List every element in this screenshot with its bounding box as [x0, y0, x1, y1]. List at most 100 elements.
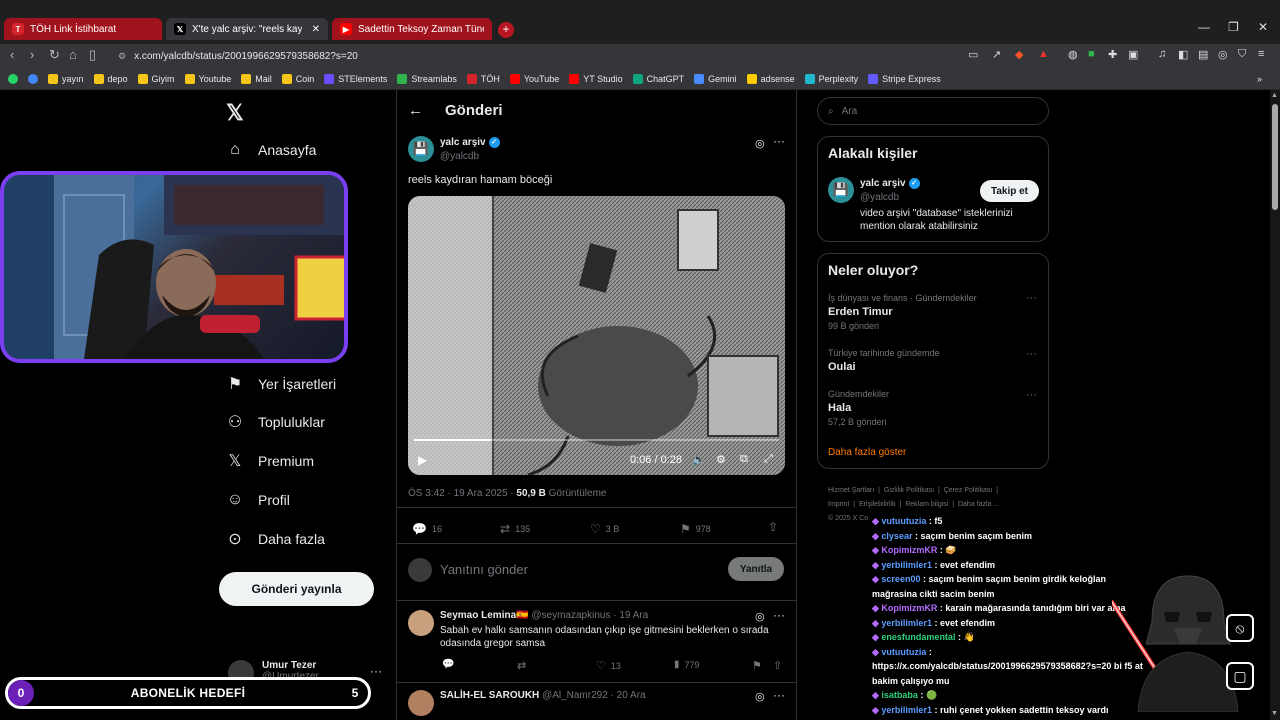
shield-check-icon[interactable]: ⛉ — [1238, 48, 1246, 61]
brave-rewards-icon[interactable]: ▲ — [1038, 48, 1049, 60]
sidebar-icon[interactable]: ◧ — [1178, 48, 1188, 61]
search-input[interactable]: ⌕ Ara — [817, 97, 1049, 125]
tab-x-post[interactable]: 𝕏 X'te yalc arşiv: "reels kaydıran ✕ — [166, 18, 328, 40]
tab-sadettin[interactable]: ▶ Sadettin Teksoy Zaman Tüneli: Bursa' — [332, 18, 492, 40]
trend-item[interactable]: Türkiye tarihinde gündemde Oulai — [828, 348, 940, 373]
volume-icon[interactable]: 🔈 — [692, 453, 706, 466]
wallet-icon[interactable]: ▤ — [1198, 48, 1208, 61]
repost-action[interactable]: ⇄ 135 — [500, 522, 530, 536]
reply-more-icon[interactable]: ··· — [773, 688, 785, 702]
reply-like-action[interactable]: ♡ 13 — [596, 659, 621, 672]
scrollbar-thumb[interactable] — [1272, 104, 1278, 210]
extension-icon[interactable]: ◍ — [1068, 48, 1078, 61]
puzzle-icon[interactable]: ✚ — [1108, 48, 1117, 61]
bookmark-icon[interactable]: ⚑ — [752, 659, 762, 672]
reply-avatar[interactable] — [408, 690, 434, 716]
brave-shield-icon[interactable]: ◆ — [1015, 48, 1023, 61]
relevant-avatar[interactable]: 💾 — [828, 177, 854, 203]
chat-username[interactable]: yerbilimler1 — [881, 705, 932, 715]
fullscreen-icon[interactable]: ⤢ — [764, 453, 773, 466]
reply-input[interactable]: Yanıtını gönder — [440, 562, 528, 577]
nav-communities[interactable]: ⚇ Topluluklar — [226, 413, 325, 431]
account-more-icon[interactable]: ··· — [370, 664, 382, 678]
bookmark-item[interactable]: YT Studio — [569, 73, 623, 84]
nav-profile[interactable]: ☺ Profil — [226, 491, 290, 509]
forward-icon[interactable]: › — [30, 47, 34, 62]
extension-green-icon[interactable]: ■ — [1088, 48, 1095, 60]
reply-views-action[interactable]: ▮ 779 — [674, 659, 700, 670]
bookmark-item[interactable]: Coin — [281, 73, 314, 84]
maximize-icon[interactable]: ❐ — [1228, 20, 1239, 34]
like-action[interactable]: ♡ 3 B — [590, 522, 619, 536]
new-tab-button[interactable]: + — [498, 22, 514, 38]
url-field[interactable]: ⚙ x.com/yalcdb/status/200199662957935868… — [108, 46, 958, 66]
reply-handle[interactable]: @Al_Namr292 — [542, 690, 608, 701]
install-icon[interactable]: ▭ — [968, 48, 978, 61]
whatsapp-icon[interactable] — [8, 73, 18, 84]
reply-action[interactable]: 💬 16 — [412, 522, 442, 536]
trend-item[interactable]: Gündemdekiler Hala 57,2 B gönderi — [828, 389, 889, 427]
share-icon[interactable]: ↗ — [992, 48, 1001, 61]
minimize-icon[interactable]: — — [1198, 20, 1210, 34]
menu-icon[interactable]: ≡ — [1258, 48, 1264, 60]
chat-username[interactable]: screen00 — [881, 574, 920, 584]
play-icon[interactable]: ▶ — [418, 453, 427, 467]
bookmark-item[interactable]: Youtube — [184, 73, 231, 84]
relevant-name[interactable]: yalc arşiv ✓ — [860, 178, 920, 189]
author-handle[interactable]: @yalcdb — [440, 151, 479, 162]
video-player[interactable]: ▶ 0:06 / 0:28 🔈 ⚙ ⧉ ⤢ — [408, 196, 785, 475]
nav-bookmarks[interactable]: ⚑ Yer İşaretleri — [226, 375, 336, 393]
chat-username[interactable]: yerbilimler1 — [881, 560, 932, 570]
bookmark-action[interactable]: ⚑ 978 — [680, 522, 711, 536]
chat-username[interactable]: yerbilimler1 — [881, 618, 932, 628]
reply-avatar[interactable] — [408, 610, 434, 636]
post-more-icon[interactable]: ··· — [773, 134, 785, 148]
reply-handle[interactable]: @seymazapkinus — [531, 610, 610, 621]
more-bookmarks-icon[interactable]: » — [1257, 74, 1262, 84]
reply-author[interactable]: SALİH-EL SAROUKH — [440, 690, 539, 701]
reply-more-icon[interactable]: ··· — [773, 608, 785, 622]
bookmark-item[interactable]: Giyim — [137, 73, 175, 84]
chat-username[interactable]: vutuutuzia — [881, 516, 926, 526]
bookmark-item[interactable]: Perplexity — [804, 73, 858, 84]
follow-button[interactable]: Takip et — [980, 180, 1039, 202]
grok-icon[interactable]: ◎ — [755, 610, 765, 623]
trend-more-icon[interactable]: ··· — [1026, 348, 1037, 360]
grok-icon[interactable]: ◎ — [755, 137, 765, 150]
trend-more-icon[interactable]: ··· — [1026, 389, 1037, 401]
pip-icon[interactable]: ⧉ — [740, 453, 748, 466]
nav-home[interactable]: ⌂ Anasayfa — [226, 141, 316, 159]
bookmark-item[interactable]: ChatGPT — [632, 73, 684, 84]
home-icon[interactable]: ⌂ — [69, 47, 77, 62]
bookmark-item[interactable]: Stripe Express — [868, 73, 941, 84]
bookmark-item[interactable]: Streamlabs — [397, 73, 457, 84]
back-icon[interactable]: ‹ — [10, 47, 14, 62]
reload-icon[interactable]: ↻ — [49, 47, 60, 63]
reply-button[interactable]: Yanıtla — [728, 557, 784, 581]
share-icon[interactable]: ⇧ — [773, 659, 782, 672]
settings-icon[interactable]: ⚙ — [716, 453, 726, 466]
author-avatar[interactable]: 💾 — [408, 136, 434, 162]
chat-username[interactable]: isatbaba — [881, 690, 918, 700]
grok-icon[interactable]: ◎ — [755, 690, 765, 703]
chat-username[interactable]: vutuutuzia — [881, 647, 926, 657]
google-icon[interactable] — [28, 73, 38, 84]
post-button[interactable]: Gönderi yayınla — [219, 572, 374, 606]
chat-username[interactable]: KopimizmKR — [881, 603, 937, 613]
bookmark-item[interactable]: depo — [93, 73, 128, 84]
bookmark-item[interactable]: STElements — [324, 73, 387, 84]
nav-premium[interactable]: 𝕏 Premium — [226, 452, 314, 470]
bookmark-item[interactable]: Gemini — [694, 73, 737, 84]
trend-more-icon[interactable]: ··· — [1026, 292, 1037, 304]
chat-username[interactable]: KopimizmKR — [881, 545, 937, 555]
bookmark-item[interactable]: YouTube — [509, 73, 559, 84]
trend-item[interactable]: İş dünyası ve finans · Gündemdekiler Erd… — [828, 293, 977, 331]
show-more-link[interactable]: Daha fazla göster — [828, 447, 906, 458]
share-icon[interactable]: ⇧ — [768, 520, 778, 534]
video-progress-track[interactable] — [414, 439, 779, 441]
author-name[interactable]: yalc arşiv ✓ — [440, 137, 500, 148]
scroll-down-icon[interactable]: ▼ — [1271, 710, 1278, 717]
music-icon[interactable]: ♫ — [1158, 48, 1166, 60]
tab-toh[interactable]: T TÖH Link İstihbarat — [4, 18, 162, 40]
reply-icon[interactable]: 💬 — [442, 659, 454, 670]
